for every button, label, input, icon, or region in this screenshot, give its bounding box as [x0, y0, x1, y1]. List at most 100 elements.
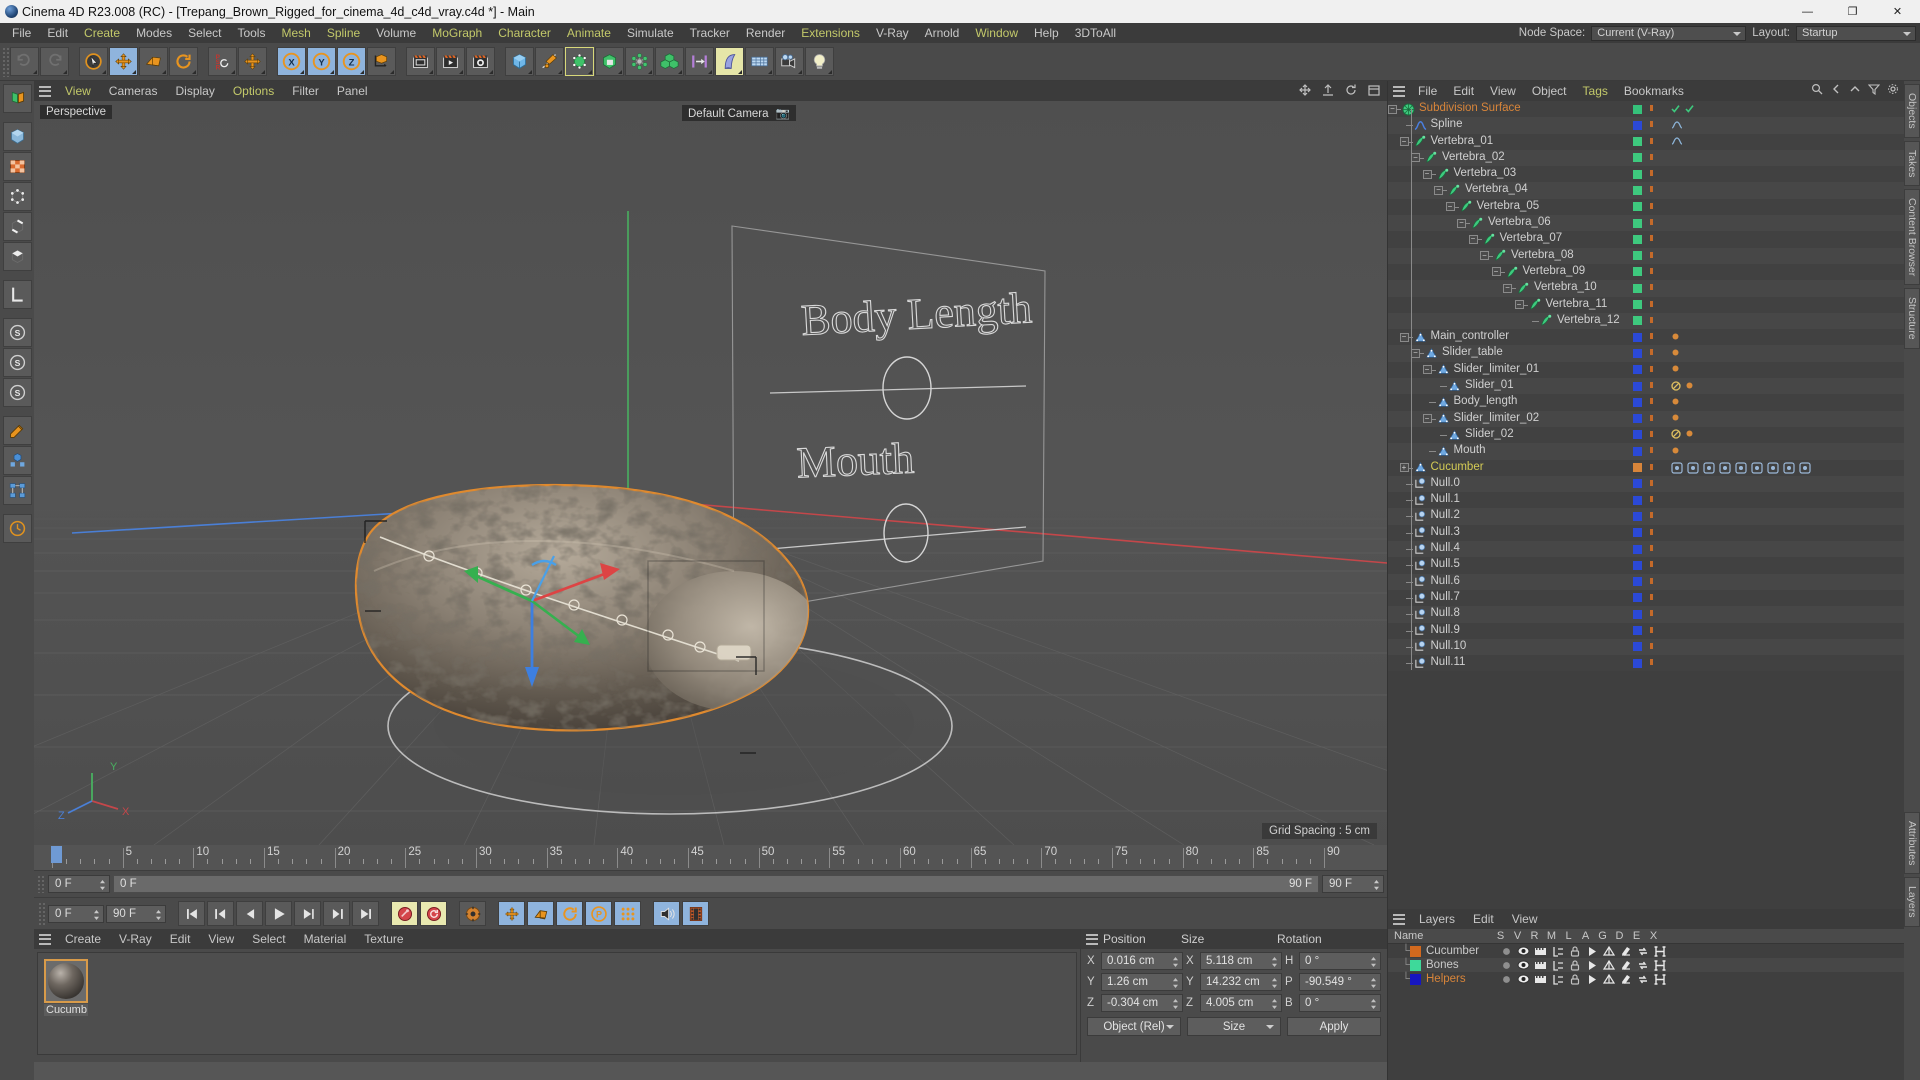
object-tag[interactable] — [1685, 381, 1694, 393]
scale-key-button[interactable] — [527, 901, 554, 926]
end-frame-field[interactable]: 90 F — [1322, 875, 1384, 893]
z-axis-lock-button[interactable]: Z — [337, 47, 366, 76]
filmstrip-button[interactable] — [682, 901, 709, 926]
material-menu-view[interactable]: View — [199, 931, 243, 947]
object-row[interactable]: Mouth — [1388, 443, 1904, 460]
go-to-next-key-button[interactable] — [323, 901, 350, 926]
layer-row[interactable]: └ Cucumber — [1388, 944, 1904, 958]
layer-toggle-x[interactable] — [1651, 973, 1668, 985]
menu-tracker[interactable]: Tracker — [682, 24, 738, 42]
object-menu-view[interactable]: View — [1482, 83, 1524, 99]
menu-file[interactable]: File — [4, 24, 39, 42]
object-row[interactable]: − Slider_limiter_01 — [1388, 361, 1904, 379]
edges-mode-button[interactable] — [2, 212, 32, 241]
object-row[interactable]: − Vertebra_08 — [1388, 247, 1904, 264]
layer-toggle-r[interactable] — [1532, 960, 1549, 970]
workplane-button[interactable] — [2, 280, 32, 309]
object-visibility-dot[interactable] — [1650, 593, 1653, 600]
object-layer-color[interactable] — [1633, 137, 1642, 147]
object-layer-color[interactable] — [1633, 593, 1642, 603]
parameter-key-button[interactable]: P — [585, 901, 612, 926]
object-row[interactable]: − Vertebra_09 — [1388, 263, 1904, 281]
position-x-field[interactable]: 0.016 cm — [1101, 952, 1183, 970]
object-menu-file[interactable]: File — [1410, 83, 1445, 99]
layer-toggle-v[interactable] — [1515, 974, 1532, 984]
dock-tab-takes[interactable]: Takes — [1904, 140, 1920, 187]
menu-simulate[interactable]: Simulate — [619, 24, 682, 42]
object-row[interactable]: Null.6 — [1388, 573, 1904, 590]
menu-volume[interactable]: Volume — [368, 24, 424, 42]
object-layer-color[interactable] — [1633, 218, 1642, 228]
menu-animate[interactable]: Animate — [559, 24, 619, 42]
enable-snapping-button[interactable]: S — [2, 348, 32, 377]
object-visibility-dot[interactable] — [1650, 496, 1653, 503]
layer-toggle-x[interactable] — [1651, 945, 1668, 957]
object-layer-color[interactable] — [1633, 658, 1642, 668]
dock-tab-content-browser[interactable]: Content Browser — [1904, 189, 1920, 286]
menu-extensions[interactable]: Extensions — [793, 24, 868, 42]
apply-button[interactable]: Apply — [1287, 1017, 1381, 1036]
playback-end-field[interactable]: 90 F — [106, 904, 166, 923]
object-tag[interactable] — [1671, 364, 1680, 376]
timeline-ruler[interactable]: 051015202530354045505560657075808590 — [34, 845, 1387, 871]
object-row[interactable]: Null.11 — [1388, 655, 1904, 672]
menu-arnold[interactable]: Arnold — [917, 24, 968, 42]
layer-toggle-l[interactable] — [1566, 973, 1583, 985]
object-tag[interactable] — [1671, 332, 1680, 344]
layer-toggle-a[interactable] — [1583, 946, 1600, 957]
layer-toggle-l[interactable] — [1566, 945, 1583, 957]
rotation-h-field[interactable]: 0 ° — [1299, 952, 1381, 970]
object-row[interactable]: Null.2 — [1388, 508, 1904, 525]
up-level-icon[interactable] — [1849, 83, 1861, 95]
layers-menu-layers[interactable]: Layers — [1410, 911, 1464, 927]
maximize-view-icon[interactable] — [1367, 83, 1381, 97]
rotate-view-icon[interactable] — [1344, 83, 1358, 97]
dock-tab-structure[interactable]: Structure — [1904, 288, 1920, 349]
rotation-key-button[interactable] — [556, 901, 583, 926]
viewport-menu-display[interactable]: Display — [166, 83, 223, 99]
object-layer-color[interactable] — [1633, 397, 1642, 407]
menu-character[interactable]: Character — [490, 24, 559, 42]
menu-help[interactable]: Help — [1026, 24, 1067, 42]
object-row[interactable]: Slider_01 — [1388, 378, 1904, 395]
menu-v-ray[interactable]: V-Ray — [868, 24, 917, 42]
object-layer-color[interactable] — [1633, 300, 1642, 310]
object-expander[interactable]: − — [1399, 332, 1409, 342]
object-tag[interactable] — [1751, 461, 1763, 477]
add-spline-button[interactable] — [535, 47, 564, 76]
close-button[interactable]: ✕ — [1875, 0, 1920, 23]
move-view-icon[interactable] — [1298, 83, 1312, 97]
add-mograph-button[interactable] — [655, 47, 684, 76]
object-visibility-dot[interactable] — [1650, 610, 1653, 617]
viewport-menu-view[interactable]: View — [56, 83, 100, 99]
settings-icon[interactable] — [1887, 83, 1899, 95]
object-expander[interactable]: − — [1411, 348, 1420, 358]
layer-toggle-l[interactable] — [1566, 959, 1583, 971]
object-layer-color[interactable] — [1633, 577, 1642, 587]
layer-toggle-e[interactable] — [1634, 974, 1651, 985]
preview-range-bar[interactable]: 0 F 90 F — [113, 875, 1319, 893]
layer-toggle-m[interactable] — [1549, 974, 1566, 985]
object-expander[interactable]: − — [1468, 234, 1478, 244]
object-row[interactable]: − Slider_table — [1388, 345, 1904, 362]
playback-start-field[interactable]: 0 F — [48, 904, 104, 923]
layer-toggle-s[interactable] — [1498, 961, 1515, 970]
object-layer-color[interactable] — [1633, 626, 1642, 635]
object-layer-color[interactable] — [1633, 104, 1642, 114]
record-active-objects-button[interactable] — [391, 901, 418, 926]
material-menu-texture[interactable]: Texture — [355, 931, 412, 947]
object-visibility-dot[interactable] — [1650, 202, 1653, 209]
object-tag[interactable] — [1719, 461, 1731, 477]
size-mode-select[interactable]: Size — [1187, 1017, 1281, 1036]
object-expander[interactable]: − — [1422, 169, 1432, 179]
layout-dropdown[interactable]: Startup — [1796, 25, 1916, 41]
object-tag[interactable] — [1671, 413, 1680, 425]
material-menu-create[interactable]: Create — [56, 931, 110, 947]
layer-toggle-m[interactable] — [1549, 946, 1566, 957]
object-layer-color[interactable] — [1633, 414, 1642, 424]
object-layer-color[interactable] — [1633, 495, 1642, 505]
object-tag[interactable] — [1671, 136, 1683, 149]
object-expander[interactable]: − — [1399, 137, 1409, 147]
animation-layers-button[interactable] — [2, 514, 32, 543]
object-row[interactable]: − Vertebra_04 — [1388, 182, 1904, 199]
